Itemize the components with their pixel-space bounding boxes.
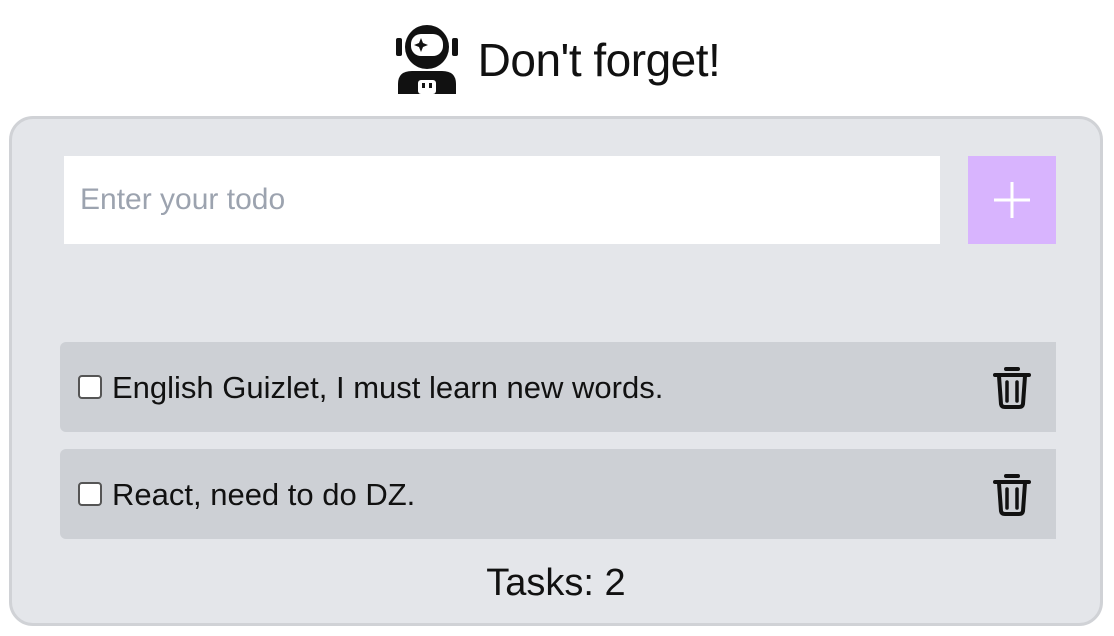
todo-item: English Guizlet, I must learn new words. xyxy=(60,342,1056,432)
trash-icon xyxy=(993,367,1031,409)
delete-todo-button[interactable] xyxy=(992,364,1032,410)
plus-icon xyxy=(994,182,1030,218)
trash-icon xyxy=(993,474,1031,516)
todo-text: English Guizlet, I must learn new words. xyxy=(112,369,664,405)
todo-list: English Guizlet, I must learn new words.… xyxy=(60,342,1056,556)
todo-item: React, need to do DZ. xyxy=(60,449,1056,539)
delete-todo-button[interactable] xyxy=(992,471,1032,517)
todo-text: React, need to do DZ. xyxy=(112,476,416,512)
todo-checkbox[interactable] xyxy=(78,482,102,506)
task-count: Tasks: 2 xyxy=(486,562,626,604)
todo-card: English Guizlet, I must learn new words.… xyxy=(9,116,1103,626)
todo-app: Don't forget! English Guizlet, I must le… xyxy=(0,0,1114,636)
app-header: Don't forget! xyxy=(0,18,1114,98)
astronaut-icon xyxy=(395,25,458,94)
add-todo-button[interactable] xyxy=(968,156,1056,244)
todo-checkbox[interactable] xyxy=(78,375,102,399)
todo-form xyxy=(64,156,1058,244)
page-title: Don't forget! xyxy=(477,34,721,86)
todo-input[interactable] xyxy=(64,156,940,244)
